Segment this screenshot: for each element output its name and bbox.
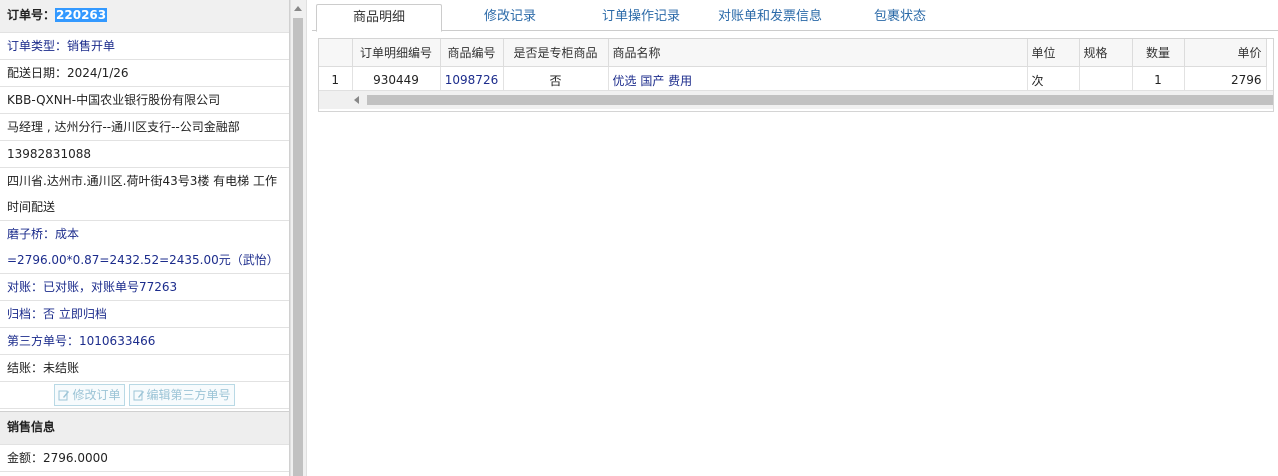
sales-info-title: 销售信息 (0, 411, 289, 445)
settle-row: 结账：未结账 (0, 355, 289, 382)
order-number-value[interactable]: 220263 (55, 8, 108, 22)
contact-info: 马经理 , 达州分行--通川区支行--公司金融部 (0, 114, 289, 141)
edit-third-party-button[interactable]: 编辑第三方单号 (128, 384, 235, 406)
column-header[interactable]: 规格 (1079, 39, 1133, 67)
order-info-panel: 订单号：220263 订单类型：销售开单 配送日期：2024/1/26 KBB-… (0, 0, 290, 476)
third-party-value: 1010633466 (79, 334, 156, 348)
reconcile-value[interactable]: 已对账，对账单号77263 (43, 280, 177, 294)
mozi-cost-row: 磨子桥：成本=2796.00*0.87=2432.52=2435.00元（武怡） (0, 221, 289, 274)
scrollbar-thumb[interactable] (367, 95, 1273, 105)
scroll-left-icon[interactable] (354, 96, 359, 104)
third-party-label: 第三方单号： (7, 334, 80, 348)
order-type-row: 订单类型：销售开单 (0, 33, 289, 60)
delivery-date: 配送日期：2024/1/26 (0, 60, 289, 87)
tab-package-status[interactable]: 包裹状态 (862, 4, 938, 30)
column-header[interactable]: 单价 (1184, 39, 1267, 67)
tab-reconcile-invoice[interactable]: 对账单和发票信息 (712, 4, 828, 30)
table-header-row: 订单明细编号 商品编号 是否是专柜商品 商品名称 单位 规格 数量 单价 (319, 39, 1267, 67)
row-number-header (319, 39, 353, 67)
left-panel-scrollbar[interactable] (290, 0, 307, 476)
archive-value[interactable]: 否 立即归档 (43, 307, 107, 321)
edit-order-button[interactable]: 修改订单 (54, 384, 125, 406)
edit-third-party-label: 编辑第三方单号 (146, 388, 231, 402)
tab-bar: 商品明细 修改记录 订单操作记录 对账单和发票信息 包裹状态 (312, 0, 1278, 32)
order-type-label: 订单类型： (7, 39, 68, 53)
column-header[interactable]: 订单明细编号 (352, 39, 441, 67)
tab-order-operations[interactable]: 订单操作记录 (582, 4, 700, 30)
archive-label: 归档： (7, 307, 44, 321)
settle-label: 结账： (7, 361, 44, 375)
company-name: KBB-QXNH-中国农业银行股份有限公司 (0, 87, 289, 114)
order-number-label: 订单号： (7, 8, 56, 22)
column-header[interactable]: 商品编号 (440, 39, 504, 67)
grid-horizontal-scrollbar[interactable] (319, 90, 1273, 109)
sales-amount: 金额：2796.0000 (0, 445, 289, 472)
product-grid: 订单明细编号 商品编号 是否是专柜商品 商品名称 单位 规格 数量 单价 1 9… (318, 38, 1274, 112)
reconcile-row: 对账：已对账，对账单号77263 (0, 274, 289, 301)
phone-number: 13982831088 (0, 141, 289, 168)
third-party-row: 第三方单号：1010633466 (0, 328, 289, 355)
edit-order-label: 修改订单 (72, 388, 121, 402)
product-table: 订单明细编号 商品编号 是否是专柜商品 商品名称 单位 规格 数量 单价 1 9… (319, 39, 1267, 94)
order-number-row: 订单号：220263 (0, 0, 289, 33)
scroll-up-icon[interactable] (294, 6, 302, 11)
delivery-address: 四川省.达州市.通川区.荷叶街43号3楼 有电梯 工作时间配送 (0, 168, 289, 221)
edit-icon (58, 390, 70, 401)
settle-value: 未结账 (43, 361, 80, 375)
action-buttons: 修改订单 编辑第三方单号 (0, 382, 289, 409)
column-header[interactable]: 单位 (1027, 39, 1080, 67)
archive-row: 归档：否 立即归档 (0, 301, 289, 328)
detail-panel: 商品明细 修改记录 订单操作记录 对账单和发票信息 包裹状态 订单明细编号 商品… (312, 0, 1278, 476)
edit-icon (133, 390, 144, 401)
mozi-label: 磨子桥： (7, 227, 56, 241)
tab-edit-history[interactable]: 修改记录 (462, 4, 558, 30)
tab-product-detail[interactable]: 商品明细 (316, 4, 442, 32)
reconcile-label: 对账： (7, 280, 44, 294)
column-header[interactable]: 商品名称 (608, 39, 1028, 67)
order-type-value: 销售开单 (67, 39, 116, 53)
scrollbar-thumb[interactable] (293, 18, 303, 476)
column-header[interactable]: 是否是专柜商品 (503, 39, 609, 67)
column-header[interactable]: 数量 (1132, 39, 1185, 67)
